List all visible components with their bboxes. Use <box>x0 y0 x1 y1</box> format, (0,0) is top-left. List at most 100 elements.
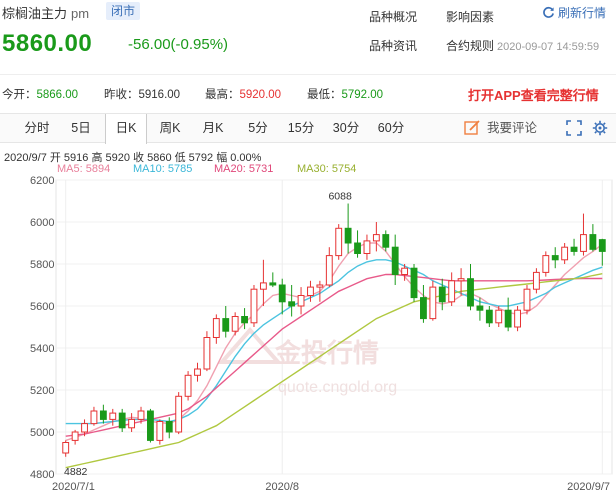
stat-low: 最低：5792.00 <box>307 86 383 102</box>
stat-high: 最高：5920.00 <box>205 86 281 102</box>
candle-body <box>335 227 343 257</box>
tab-monthly-k[interactable]: 月K <box>196 114 230 143</box>
candle-body <box>457 278 465 282</box>
candle-body <box>354 242 361 254</box>
min-annotation: 4882 <box>64 466 88 478</box>
candle-body <box>99 410 107 420</box>
open-app-link[interactable]: 打开APP查看完整行情 <box>468 85 599 104</box>
y-tick-label: 6200 <box>30 175 54 187</box>
price-change: -56.00(-0.95%) <box>128 36 229 53</box>
refresh-button[interactable]: 刷新行情 <box>542 4 606 21</box>
max-annotation: 6088 <box>328 191 352 203</box>
candle-body <box>598 239 606 252</box>
menu-product-overview[interactable]: 品种概况 <box>369 8 417 25</box>
candle-body <box>561 246 569 261</box>
candle-body <box>184 374 192 397</box>
tab-daily-k[interactable]: 日K <box>105 114 147 144</box>
refresh-icon <box>543 6 554 18</box>
tab-intraday[interactable]: 分时 <box>18 114 56 143</box>
candle-body <box>429 286 437 320</box>
candle-body <box>467 278 474 307</box>
candle-body <box>401 267 409 275</box>
candle-body <box>523 288 531 311</box>
market-status-badge: 闭市 <box>106 2 141 20</box>
candle-body <box>532 271 540 290</box>
candle-body <box>212 318 220 339</box>
candle-body <box>222 318 230 332</box>
menu-product-news[interactable]: 品种资讯 <box>369 37 417 54</box>
x-tick-label: 2020/8 <box>265 481 299 493</box>
candle-body <box>325 255 333 286</box>
tab-30min[interactable]: 30分 <box>328 114 364 143</box>
candle-body <box>231 316 239 332</box>
candle-body <box>363 240 371 255</box>
stat-open-value: 5866.00 <box>36 89 79 101</box>
quote-header: 棕榈油主力 pm 闭市 5860.00 -56.00(-0.95%) 品种概况 影… <box>0 0 616 82</box>
stat-high-label: 最高： <box>205 89 240 101</box>
candle-body <box>438 286 446 303</box>
comment-label: 我要评论 <box>487 121 538 135</box>
candle-body <box>165 421 173 433</box>
candle-body <box>175 395 183 433</box>
candle-body <box>203 337 211 370</box>
candle-body <box>372 234 380 242</box>
quote-timestamp: 2020-09-07 14:59:59 <box>497 41 600 53</box>
candle-body <box>542 255 550 273</box>
tab-5min[interactable]: 5分 <box>243 114 273 143</box>
candle-body <box>495 309 503 324</box>
stat-open-label: 今开： <box>2 89 37 101</box>
y-tick-label: 5400 <box>30 343 54 355</box>
candle-body <box>62 442 70 454</box>
plot-frame <box>55 179 613 475</box>
candle-body <box>109 412 117 420</box>
tab-15min[interactable]: 15分 <box>283 114 319 143</box>
candle-body <box>316 284 324 288</box>
candle-body <box>269 282 277 286</box>
stat-prev-close: 昨收：5916.00 <box>104 86 180 102</box>
instrument-title: 棕榈油主力 pm <box>2 3 89 22</box>
tab-5day[interactable]: 5日 <box>64 114 98 143</box>
menu-contract-rules[interactable]: 合约规则 <box>446 37 494 54</box>
x-tick-label: 2020/7/1 <box>52 481 95 493</box>
stat-low-value: 5792.00 <box>341 89 384 101</box>
candle-body <box>259 282 267 290</box>
candle-body <box>514 309 521 328</box>
candle-body <box>194 368 201 376</box>
candle-body <box>137 410 145 420</box>
tab-weekly-k[interactable]: 周K <box>153 114 187 143</box>
candle-body <box>250 288 258 324</box>
candle-body <box>307 286 314 296</box>
candle-body <box>580 234 587 252</box>
y-tick-label: 5200 <box>30 385 54 397</box>
candle-body <box>391 246 399 275</box>
candle-body <box>71 431 79 441</box>
candle-body <box>476 305 484 311</box>
candle-body <box>410 267 418 299</box>
y-tick-label: 5000 <box>30 427 54 439</box>
stat-prev-value: 5916.00 <box>138 89 181 101</box>
comment-button[interactable]: 我要评论 <box>464 114 537 143</box>
candle-body <box>382 234 390 248</box>
stat-high-value: 5920.00 <box>239 89 282 101</box>
candle-body <box>241 316 248 324</box>
candle-body <box>118 412 126 429</box>
instrument-name: 棕榈油主力 <box>2 6 68 21</box>
candle-body <box>297 295 305 307</box>
candle-body <box>485 309 493 324</box>
y-tick-label: 6000 <box>30 217 54 229</box>
candlestick-chart[interactable]: 4800 5000 5200 5400 5600 5800 6000 6200 金投行情 quot… <box>0 172 616 494</box>
y-tick-label: 4800 <box>30 469 54 481</box>
candle-body <box>288 301 296 307</box>
candle-body <box>278 284 286 303</box>
candle-body <box>589 234 597 250</box>
divider <box>0 74 616 75</box>
settings-gear-icon[interactable] <box>592 120 608 136</box>
fullscreen-icon[interactable] <box>566 120 582 136</box>
tab-60min[interactable]: 60分 <box>373 114 409 143</box>
candle-body <box>570 246 578 252</box>
candle-body <box>551 255 559 261</box>
menu-influencing-factors[interactable]: 影响因素 <box>446 8 494 25</box>
stat-prev-label: 昨收： <box>104 89 139 101</box>
candle-body <box>344 227 352 244</box>
session-label: pm <box>71 6 90 21</box>
